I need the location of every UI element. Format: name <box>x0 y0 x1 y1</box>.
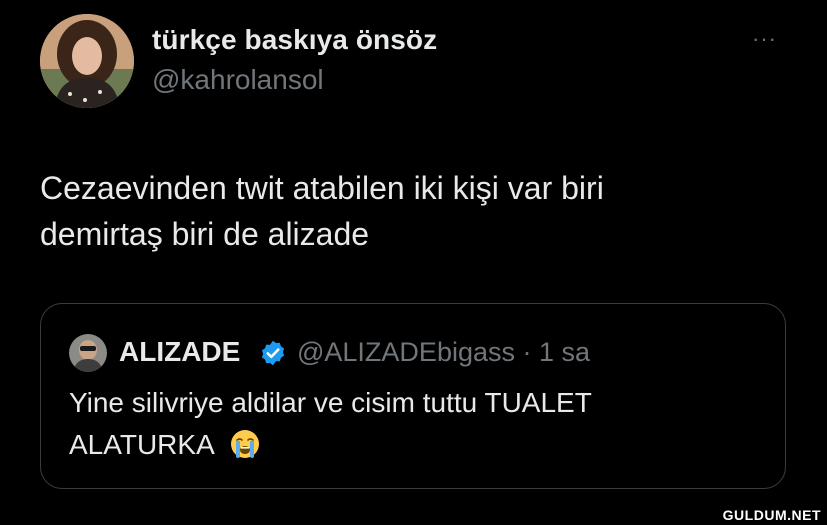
tweet-text-line: Cezaevinden twit atabilen iki kişi var b… <box>40 170 604 206</box>
quoted-tweet-text: Yine silivriye aldilar ve cisim tuttu TU… <box>69 382 749 466</box>
more-options-icon[interactable]: ··· <box>752 28 777 50</box>
tweet-card: türkçe baskıya önsöz @kahrolansol ··· Ce… <box>0 0 827 525</box>
tweet-text-line: demirtaş biri de alizade <box>40 216 370 252</box>
author-avatar[interactable] <box>40 14 134 108</box>
quoted-handle[interactable]: @ALIZADEbigass <box>297 337 515 367</box>
quoted-tweet[interactable]: ALIZADE @ALIZADEbigass · 1 sa Yine siliv… <box>40 303 786 489</box>
loudly-crying-face-icon <box>229 428 261 460</box>
profile-photo-icon <box>69 334 107 372</box>
quoted-text-line-2: ALATURKA <box>69 424 749 466</box>
quoted-display-name[interactable]: ALIZADE <box>119 336 240 368</box>
quoted-text-line: ALATURKA <box>69 429 214 460</box>
author-handle[interactable]: @kahrolansol <box>152 64 324 96</box>
profile-photo-icon <box>40 14 134 108</box>
verified-badge-icon <box>259 339 287 367</box>
tweet-text: Cezaevinden twit atabilen iki kişi var b… <box>40 165 760 257</box>
quoted-timestamp[interactable]: 1 sa <box>539 337 590 367</box>
quoted-meta: @ALIZADEbigass · 1 sa <box>297 337 590 368</box>
author-display-name[interactable]: türkçe baskıya önsöz <box>152 24 437 56</box>
watermark: GULDUM.NET <box>722 507 821 523</box>
quoted-author-avatar[interactable] <box>69 334 107 372</box>
meta-separator: · <box>522 337 532 367</box>
quoted-text-line: Yine silivriye aldilar ve cisim tuttu TU… <box>69 387 592 418</box>
